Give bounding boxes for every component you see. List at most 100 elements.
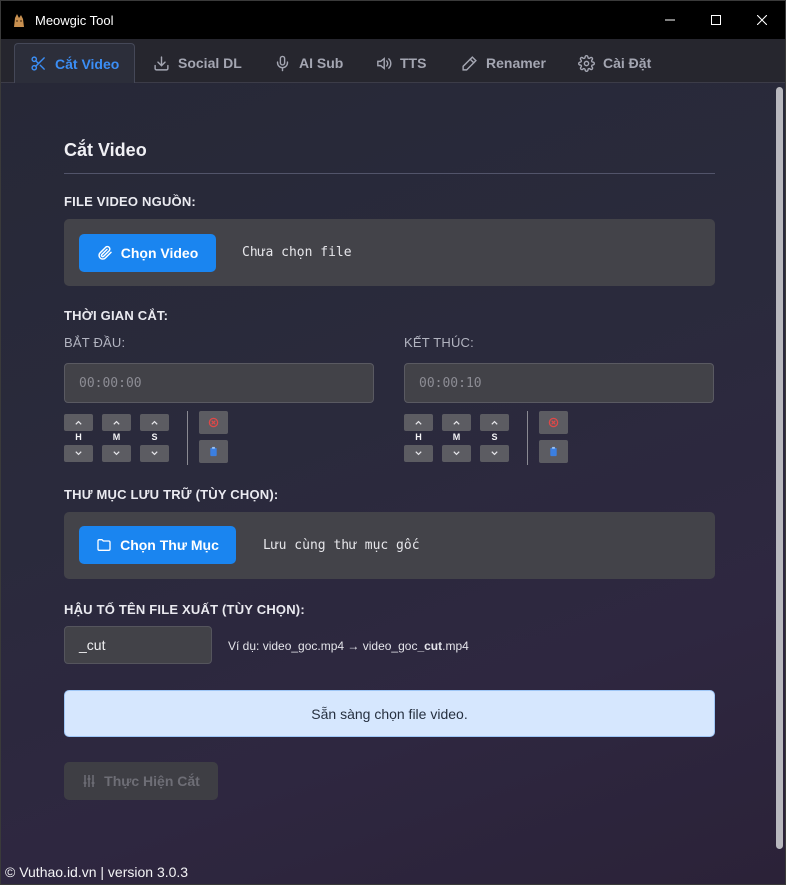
start-minute-down-button[interactable] <box>102 445 131 462</box>
start-second-label: S <box>151 432 158 442</box>
chevron-down-icon <box>113 451 120 456</box>
end-clear-button[interactable] <box>539 411 568 434</box>
end-minute-label: M <box>452 432 461 442</box>
end-hour-down-button[interactable] <box>404 445 433 462</box>
tab-label: TTS <box>400 55 427 71</box>
maximize-icon <box>711 15 721 25</box>
speaker-icon <box>377 56 392 70</box>
end-paste-button[interactable] <box>539 440 568 463</box>
chevron-up-icon <box>491 420 498 425</box>
status-message-box: Sẵn sàng chọn file video. <box>64 690 715 737</box>
output-dir-status: Lưu cùng thư mục gốc <box>263 538 420 553</box>
gear-icon <box>578 54 595 72</box>
chevron-down-icon <box>491 451 498 456</box>
start-second-down-button[interactable] <box>140 445 169 462</box>
minimize-button[interactable] <box>647 1 693 39</box>
start-minute-label: M <box>112 432 121 442</box>
tab-social-dl[interactable]: Social DL <box>153 43 242 83</box>
cut-time-label: THỜI GIAN CẮT: <box>64 308 169 323</box>
end-hour-label: H <box>415 432 422 442</box>
run-cut-button[interactable]: Thực Hiện Cắt <box>64 762 218 800</box>
scrollbar-thumb[interactable] <box>776 87 783 849</box>
title-bar: Meowgic Tool <box>1 1 785 39</box>
status-message: Sẵn sàng chọn file video. <box>311 705 468 722</box>
end-separator <box>527 411 528 465</box>
chevron-down-icon <box>415 451 422 456</box>
close-button[interactable] <box>739 1 785 39</box>
clipboard-icon <box>550 446 557 457</box>
app-window: Meowgic Tool Cắt Video Social DL AI Sub … <box>0 0 786 885</box>
tab-label: AI Sub <box>299 55 344 71</box>
tab-label: Cắt Video <box>55 55 120 72</box>
clear-icon <box>548 417 559 428</box>
chevron-down-icon <box>75 451 82 456</box>
chevron-down-icon <box>151 451 158 456</box>
tab-tts[interactable]: TTS <box>375 43 426 83</box>
start-hour-label: H <box>75 432 82 442</box>
sliders-icon <box>83 775 95 787</box>
choose-video-button[interactable]: Chọn Video <box>79 234 216 272</box>
folder-icon <box>97 539 111 551</box>
minimize-icon <box>665 19 675 21</box>
choose-folder-label: Chọn Thư Mục <box>120 537 219 553</box>
end-second-label: S <box>491 432 498 442</box>
page-title: Cắt Video <box>64 140 147 160</box>
clear-icon <box>208 417 219 428</box>
start-second-up-button[interactable] <box>140 414 169 431</box>
example-suffix: .mp4 <box>442 639 469 653</box>
paperclip-icon <box>98 245 112 260</box>
chevron-up-icon <box>113 420 120 425</box>
close-icon <box>757 15 767 25</box>
suffix-input[interactable]: _cut <box>64 626 212 664</box>
tab-label: Cài Đặt <box>603 55 652 71</box>
example-prefix: Ví dụ: video_goc.mp4 → video_goc <box>228 639 418 653</box>
end-minute-down-button[interactable] <box>442 445 471 462</box>
end-second-down-button[interactable] <box>480 445 509 462</box>
start-hour-up-button[interactable] <box>64 414 93 431</box>
download-icon <box>154 55 169 71</box>
start-hour-down-button[interactable] <box>64 445 93 462</box>
start-paste-button[interactable] <box>199 440 228 463</box>
output-dir-label: THƯ MỤC LƯU TRỮ (TÙY CHỌN): <box>64 487 279 502</box>
source-file-label: FILE VIDEO NGUỒN: <box>64 194 196 209</box>
start-time-input[interactable]: 00:00:00 <box>64 363 374 403</box>
end-minute-up-button[interactable] <box>442 414 471 431</box>
tab-label: Social DL <box>178 55 242 71</box>
start-label: BẮT ĐẦU: <box>64 335 126 350</box>
window-title: Meowgic Tool <box>35 12 114 28</box>
tab-ai-sub[interactable]: AI Sub <box>274 43 343 83</box>
suffix-value: _cut <box>79 637 106 653</box>
tab-cat-video[interactable]: Cắt Video <box>14 43 136 83</box>
chevron-up-icon <box>415 420 422 425</box>
start-minute-up-button[interactable] <box>102 414 131 431</box>
clipboard-icon <box>210 446 217 457</box>
source-file-status: Chưa chọn file <box>242 245 352 260</box>
choose-folder-button[interactable]: Chọn Thư Mục <box>79 526 236 564</box>
tab-bar: Cắt Video Social DL AI Sub TTS Renamer C… <box>1 39 785 83</box>
chevron-up-icon <box>75 420 82 425</box>
run-cut-label: Thực Hiện Cắt <box>104 773 200 789</box>
choose-video-label: Chọn Video <box>120 245 199 261</box>
example-bold: _cut <box>417 639 443 653</box>
end-time-input[interactable]: 00:00:10 <box>404 363 714 403</box>
title-divider <box>64 173 715 174</box>
start-time-placeholder: 00:00:00 <box>79 375 142 391</box>
suffix-example: Ví dụ: video_goc.mp4 → video_goc_cut.mp4 <box>228 639 469 653</box>
scissors-icon <box>31 56 45 71</box>
end-label: KẾT THÚC: <box>404 335 474 350</box>
start-clear-button[interactable] <box>199 411 228 434</box>
start-separator <box>187 411 188 465</box>
tab-renamer[interactable]: Renamer <box>461 43 546 83</box>
maximize-button[interactable] <box>693 1 739 39</box>
chevron-up-icon <box>151 420 158 425</box>
suffix-label: HẬU TỐ TÊN FILE XUẤT (TÙY CHỌN): <box>64 602 305 617</box>
pencil-icon <box>462 55 477 71</box>
tab-label: Renamer <box>486 55 546 71</box>
cat-logo-icon <box>14 14 24 27</box>
end-time-placeholder: 00:00:10 <box>419 375 482 391</box>
tab-cai-dat[interactable]: Cài Đặt <box>578 43 651 83</box>
end-hour-up-button[interactable] <box>404 414 433 431</box>
end-second-up-button[interactable] <box>480 414 509 431</box>
chevron-up-icon <box>453 420 460 425</box>
chevron-down-icon <box>453 451 460 456</box>
